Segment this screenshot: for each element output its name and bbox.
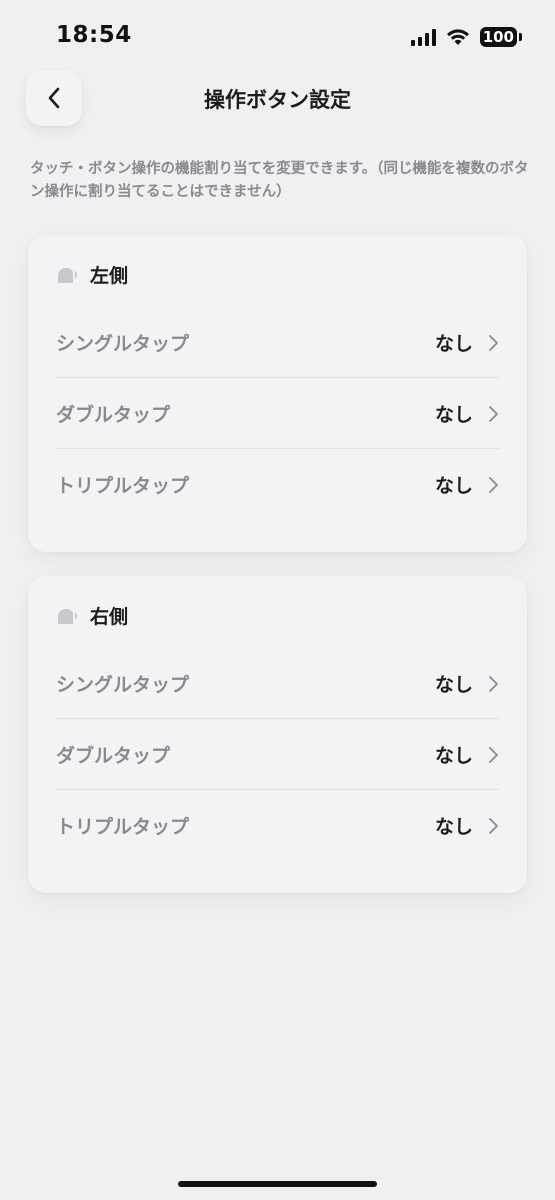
row-value: なし	[434, 475, 473, 497]
status-bar: 18:54 100	[0, 0, 555, 72]
right-triple-tap-row[interactable]: トリプルタップ なし	[56, 790, 499, 861]
left-double-tap-row[interactable]: ダブルタップ なし	[56, 378, 499, 449]
screen: 18:54 100 操作ボタン設定 タッチ・ボタン操作の機能割り当てを変更できま…	[0, 0, 555, 1200]
chevron-right-icon	[489, 477, 498, 493]
status-time: 18:54	[56, 22, 132, 48]
left-side-header: 左側	[56, 261, 128, 288]
left-side-title: 左側	[90, 265, 129, 287]
row-label: ダブルタップ	[56, 403, 171, 426]
description-text: タッチ・ボタン操作の機能割り当てを変更できます。（同じ機能を複数のボタン操作に割…	[30, 161, 529, 200]
row-label: シングルタップ	[56, 673, 190, 696]
earbud-icon	[57, 608, 77, 624]
wifi-icon	[446, 29, 469, 45]
row-label: トリプルタップ	[56, 475, 190, 497]
status-icons: 100	[410, 26, 523, 48]
cellular-signal-icon	[410, 28, 436, 46]
row-value: なし	[434, 744, 473, 767]
chevron-right-icon	[489, 406, 498, 422]
chevron-right-icon	[489, 818, 498, 834]
right-side-title: 右側	[90, 606, 129, 628]
right-side-card: 右側 シングルタップ なし ダブルタップ なし トリプルタップ なし	[28, 576, 527, 893]
row-label: ダブルタップ	[56, 744, 171, 767]
right-double-tap-row[interactable]: ダブルタップ なし	[56, 719, 499, 790]
chevron-right-icon	[489, 676, 498, 692]
row-value: なし	[434, 332, 473, 355]
left-single-tap-row[interactable]: シングルタップ なし	[56, 307, 499, 378]
row-value: なし	[434, 403, 473, 426]
left-side-rows: シングルタップ なし ダブルタップ なし トリプルタップ なし	[56, 307, 499, 520]
right-side-rows: シングルタップ なし ダブルタップ なし トリプルタップ なし	[56, 648, 499, 861]
row-value: なし	[434, 816, 473, 838]
chevron-right-icon	[489, 747, 498, 763]
battery-icon: 100	[479, 27, 523, 47]
row-label: トリプルタップ	[56, 816, 190, 838]
row-label: シングルタップ	[56, 332, 190, 355]
row-value: なし	[434, 673, 473, 696]
left-side-card: 左側 シングルタップ なし ダブルタップ なし トリプルタップ なし	[28, 235, 527, 552]
right-side-header: 右側	[56, 602, 128, 629]
home-indicator[interactable]	[178, 1181, 377, 1187]
chevron-right-icon	[489, 335, 498, 351]
right-single-tap-row[interactable]: シングルタップ なし	[56, 648, 499, 719]
page-title: 操作ボタン設定	[204, 88, 351, 112]
left-triple-tap-row[interactable]: トリプルタップ なし	[56, 449, 499, 520]
earbud-icon	[57, 267, 77, 283]
